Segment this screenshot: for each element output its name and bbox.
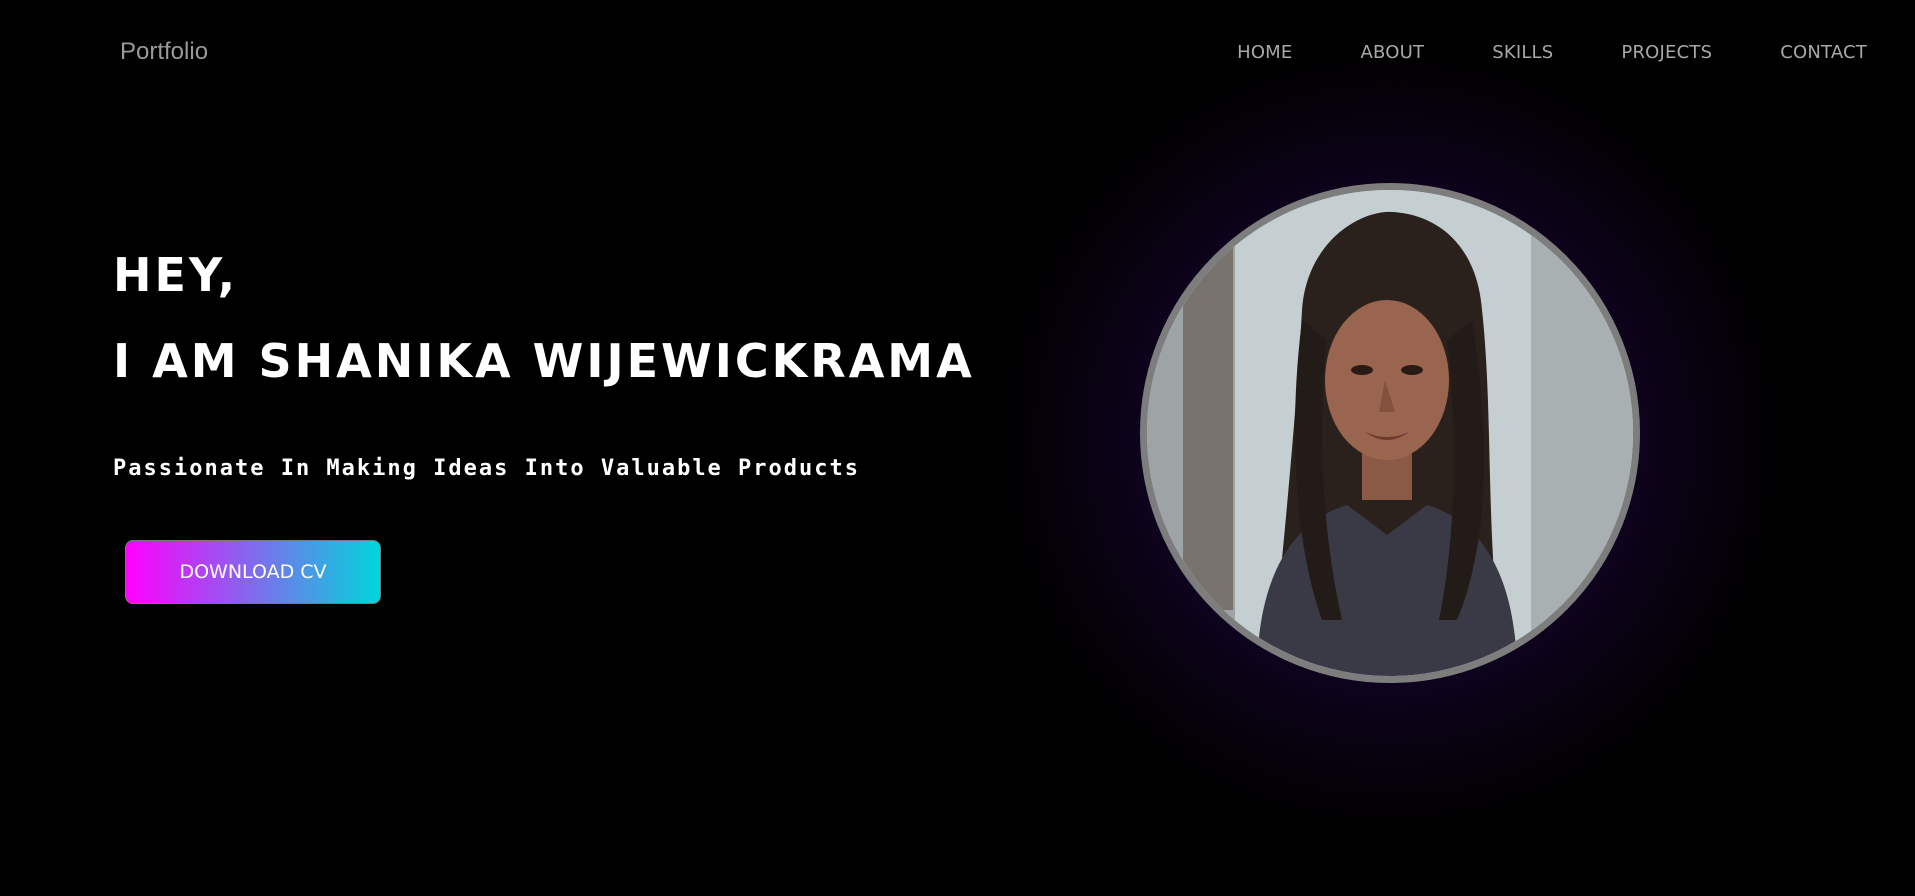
profile-photo: [1140, 183, 1640, 683]
main-nav: HOME ABOUT SKILLS PROJECTS CONTACT: [1237, 42, 1867, 63]
portfolio-page: Portfolio HOME ABOUT SKILLS PROJECTS CON…: [0, 0, 1915, 896]
brand-logo-link[interactable]: Portfolio: [120, 38, 208, 66]
nav-projects[interactable]: PROJECTS: [1621, 42, 1712, 63]
download-cv-button[interactable]: DOWNLOAD CV: [125, 540, 381, 604]
nav-contact[interactable]: CONTACT: [1780, 42, 1867, 63]
hero-tagline: Passionate In Making Ideas Into Valuable…: [113, 456, 861, 481]
nav-skills[interactable]: SKILLS: [1492, 42, 1553, 63]
hero-text: HEY, I AM SHANIKA WIJEWICKRAMA Passionat…: [113, 240, 1013, 481]
profile-photo-illustration: [1147, 190, 1633, 676]
hero-name: I AM SHANIKA WIJEWICKRAMA: [113, 334, 975, 388]
nav-home[interactable]: HOME: [1237, 42, 1292, 63]
hero-greeting: HEY,: [113, 248, 239, 302]
